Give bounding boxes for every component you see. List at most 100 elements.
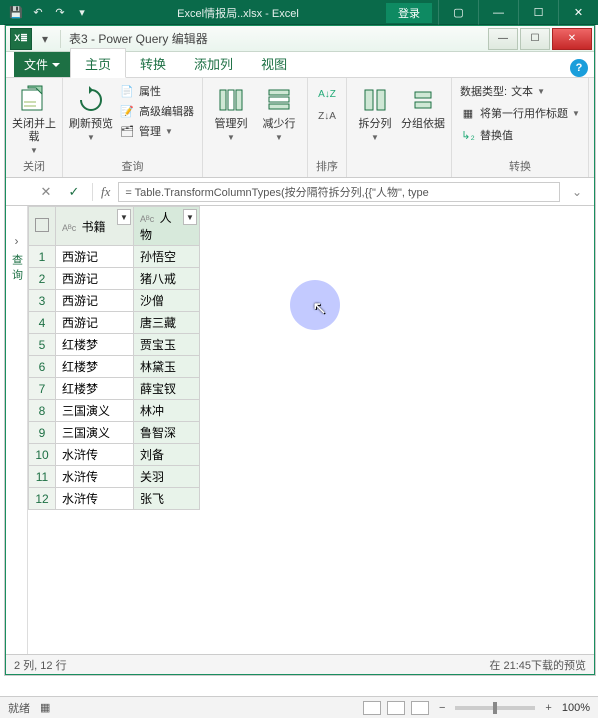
- filter-icon[interactable]: ▼: [117, 209, 131, 225]
- row-header[interactable]: 8: [29, 400, 56, 422]
- cell[interactable]: 水浒传: [56, 444, 134, 466]
- row-header[interactable]: 7: [29, 378, 56, 400]
- column-header-person[interactable]: Aᴮc 人物 ▼: [134, 207, 200, 246]
- cell[interactable]: 西游记: [56, 312, 134, 334]
- row-header[interactable]: 12: [29, 488, 56, 510]
- save-icon[interactable]: 💾: [8, 5, 24, 21]
- cell[interactable]: 水浒传: [56, 466, 134, 488]
- row-header[interactable]: 3: [29, 290, 56, 312]
- refresh-preview-button[interactable]: 刷新预览 ▼: [69, 82, 113, 144]
- split-column-button[interactable]: 拆分列 ▼: [353, 82, 397, 144]
- cell[interactable]: 沙僧: [134, 290, 200, 312]
- row-header[interactable]: 11: [29, 466, 56, 488]
- table-row[interactable]: 12水浒传张飞: [29, 488, 200, 510]
- sort-asc-button[interactable]: A↓Z: [316, 84, 338, 104]
- accept-formula-button[interactable]: ✓: [64, 182, 84, 202]
- page-break-view-button[interactable]: [411, 701, 429, 715]
- table-row[interactable]: 8三国演义林冲: [29, 400, 200, 422]
- table-row[interactable]: 2西游记猪八戒: [29, 268, 200, 290]
- cell[interactable]: 三国演义: [56, 422, 134, 444]
- close-and-load-button[interactable]: 关闭并上载 ▼: [12, 82, 56, 157]
- table-row[interactable]: 4西游记唐三藏: [29, 312, 200, 334]
- ribbon-display-icon[interactable]: ▢: [438, 0, 478, 25]
- cell[interactable]: 西游记: [56, 268, 134, 290]
- cell[interactable]: 三国演义: [56, 400, 134, 422]
- table-corner[interactable]: [29, 207, 56, 246]
- cell[interactable]: 林黛玉: [134, 356, 200, 378]
- cell[interactable]: 张飞: [134, 488, 200, 510]
- maximize-icon[interactable]: ☐: [518, 0, 558, 25]
- tab-home[interactable]: 主页: [70, 48, 126, 78]
- reduce-rows-button[interactable]: 减少行 ▼: [257, 82, 301, 144]
- table-row[interactable]: 1西游记孙悟空: [29, 246, 200, 268]
- group-by-button[interactable]: 分组依据: [401, 82, 445, 131]
- expand-formula-icon[interactable]: ⌄: [568, 185, 586, 199]
- properties-button[interactable]: 📄 属性: [117, 82, 196, 100]
- undo-icon[interactable]: ↶: [30, 5, 46, 21]
- expand-panel-icon[interactable]: ›: [15, 234, 19, 248]
- row-header[interactable]: 6: [29, 356, 56, 378]
- help-icon[interactable]: ?: [570, 59, 588, 77]
- pq-qat-more-icon[interactable]: ▾: [36, 30, 54, 48]
- first-row-headers-button[interactable]: ▦ 将第一行用作标题 ▼: [458, 104, 582, 122]
- cell[interactable]: 唐三藏: [134, 312, 200, 334]
- qat-more-icon[interactable]: ▾: [74, 5, 90, 21]
- table-row[interactable]: 5红楼梦贾宝玉: [29, 334, 200, 356]
- table-row[interactable]: 10水浒传刘备: [29, 444, 200, 466]
- manage-columns-button[interactable]: 管理列 ▼: [209, 82, 253, 144]
- cell[interactable]: 红楼梦: [56, 356, 134, 378]
- cell[interactable]: 贾宝玉: [134, 334, 200, 356]
- table-row[interactable]: 7红楼梦薛宝钗: [29, 378, 200, 400]
- cell[interactable]: 西游记: [56, 246, 134, 268]
- zoom-level[interactable]: 100%: [562, 702, 590, 714]
- table-row[interactable]: 9三国演义鲁智深: [29, 422, 200, 444]
- zoom-slider[interactable]: [455, 706, 535, 710]
- cell[interactable]: 红楼梦: [56, 378, 134, 400]
- cell[interactable]: 鲁智深: [134, 422, 200, 444]
- record-macro-icon[interactable]: ▦: [40, 701, 50, 714]
- minimize-icon[interactable]: —: [478, 0, 518, 25]
- queries-side-panel[interactable]: › 查询: [6, 206, 28, 654]
- table-row[interactable]: 3西游记沙僧: [29, 290, 200, 312]
- zoom-out-button[interactable]: −: [439, 702, 445, 714]
- filter-icon[interactable]: ▼: [183, 209, 197, 225]
- table-row[interactable]: 6红楼梦林黛玉: [29, 356, 200, 378]
- replace-values-button[interactable]: ↳₂ 替换值: [458, 126, 582, 144]
- formula-input[interactable]: = Table.TransformColumnTypes(按分隔符拆分列,{{"…: [118, 182, 560, 202]
- row-header[interactable]: 10: [29, 444, 56, 466]
- tab-add-column[interactable]: 添加列: [180, 49, 247, 77]
- file-tab[interactable]: 文件: [14, 52, 70, 77]
- data-type-dropdown[interactable]: 数据类型: 文本 ▼: [458, 82, 582, 100]
- column-header-book[interactable]: Aᴮc 书籍 ▼: [56, 207, 134, 246]
- row-header[interactable]: 5: [29, 334, 56, 356]
- cell[interactable]: 关羽: [134, 466, 200, 488]
- row-header[interactable]: 2: [29, 268, 56, 290]
- page-layout-view-button[interactable]: [387, 701, 405, 715]
- cell[interactable]: 刘备: [134, 444, 200, 466]
- zoom-in-button[interactable]: +: [545, 702, 551, 714]
- row-header[interactable]: 9: [29, 422, 56, 444]
- advanced-editor-button[interactable]: 📝 高级编辑器: [117, 102, 196, 120]
- cell[interactable]: 红楼梦: [56, 334, 134, 356]
- cancel-formula-button[interactable]: ✕: [36, 182, 56, 202]
- row-header[interactable]: 1: [29, 246, 56, 268]
- cell[interactable]: 西游记: [56, 290, 134, 312]
- pq-system-icon[interactable]: X≣: [10, 28, 32, 50]
- cell[interactable]: 孙悟空: [134, 246, 200, 268]
- table-row[interactable]: 11水浒传关羽: [29, 466, 200, 488]
- normal-view-button[interactable]: [363, 701, 381, 715]
- row-header[interactable]: 4: [29, 312, 56, 334]
- pq-maximize-icon[interactable]: ☐: [520, 28, 550, 50]
- pq-close-icon[interactable]: ✕: [552, 28, 592, 50]
- login-button[interactable]: 登录: [386, 3, 432, 23]
- cell[interactable]: 薛宝钗: [134, 378, 200, 400]
- redo-icon[interactable]: ↷: [52, 5, 68, 21]
- manage-button[interactable]: 🗂 管理 ▼: [117, 122, 196, 140]
- cell[interactable]: 猪八戒: [134, 268, 200, 290]
- close-icon[interactable]: ✕: [558, 0, 598, 25]
- cell[interactable]: 水浒传: [56, 488, 134, 510]
- sort-desc-button[interactable]: Z↓A: [316, 106, 338, 126]
- pq-minimize-icon[interactable]: —: [488, 28, 518, 50]
- data-grid[interactable]: Aᴮc 书籍 ▼ Aᴮc 人物 ▼ 1西游记孙悟空2西游记猪八戒3西游记沙僧4西…: [28, 206, 594, 654]
- cell[interactable]: 林冲: [134, 400, 200, 422]
